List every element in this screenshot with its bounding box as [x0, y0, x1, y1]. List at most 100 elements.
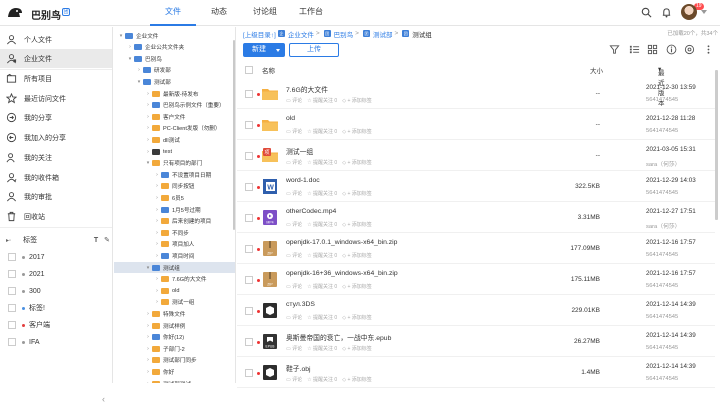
breadcrumb-item[interactable]: 巴别鸟 — [334, 29, 354, 39]
tree-item[interactable]: › 不设置项目日期 — [114, 169, 235, 180]
tab-files[interactable]: 文件 — [150, 0, 196, 26]
settings-icon[interactable] — [684, 44, 695, 55]
tree-scrollbar[interactable] — [233, 40, 235, 230]
remind-icon[interactable]: ☆ — [302, 315, 313, 321]
new-button[interactable]: 新建 — [243, 43, 285, 57]
tag-item[interactable]: 标签! — [8, 301, 45, 315]
remind-link[interactable]: 提醒关注 0 — [313, 377, 337, 383]
column-size[interactable]: 大小 — [590, 65, 603, 75]
tree-item[interactable]: ›测试部测试 — [114, 378, 235, 383]
comment-link[interactable]: 评论 — [292, 284, 302, 290]
file-row[interactable]: old ▭ 评论 ☆ 提醒关注 0 ◇ + 添加标签 -- 2021-12-28 11… — [237, 110, 715, 140]
file-name[interactable]: 奥斯曼帝国的衰亡，一战中东.epub — [286, 332, 391, 342]
tree-item[interactable]: › 同步按钮 — [114, 181, 235, 192]
row-checkbox[interactable] — [245, 338, 253, 346]
row-checkbox[interactable] — [245, 369, 253, 377]
tree-item[interactable]: ▾ 企业文件 — [114, 30, 235, 41]
3d-file-icon[interactable] — [262, 364, 278, 381]
add-tag-link[interactable]: + 添加标签 — [347, 377, 371, 383]
remind-link[interactable]: 提醒关注 0 — [313, 253, 337, 259]
remind-icon[interactable]: ☆ — [302, 129, 313, 135]
tree-item[interactable]: › 客户文件 — [114, 111, 235, 122]
app-logo-icon[interactable] — [6, 5, 24, 21]
tag-filter-icon[interactable]: T — [94, 237, 98, 244]
tree-item[interactable]: › 企业公共文件夹 — [114, 42, 235, 53]
remind-icon[interactable]: ☆ — [302, 253, 313, 259]
tag-icon[interactable]: ◇ — [337, 253, 347, 259]
tag-checkbox[interactable] — [8, 253, 16, 261]
file-name[interactable]: word-1.doc — [286, 177, 320, 184]
folder-file-icon[interactable] — [262, 116, 278, 133]
file-list-scrollbar[interactable] — [715, 70, 718, 220]
sidebar-item-company-files[interactable]: 企业文件 — [0, 49, 112, 68]
tag-icon[interactable]: ◇ — [337, 346, 347, 352]
file-row[interactable]: Wword-1.doc ▭ 评论 ☆ 提醒关注 0 ◇ + 添加标签 322.5KB… — [237, 172, 715, 202]
tag-item[interactable]: 客户端 — [8, 318, 50, 332]
caret-down-icon[interactable]: ▾ — [136, 79, 142, 85]
tree-item[interactable]: › 测试一组 — [114, 297, 235, 308]
tree-item[interactable]: › 项目时间 — [114, 250, 235, 261]
add-tag-link[interactable]: + 添加标签 — [347, 222, 371, 228]
tag-icon[interactable]: ◇ — [337, 98, 347, 104]
select-all-checkbox[interactable] — [245, 66, 253, 74]
column-modified[interactable]: 最近版本 ▾ — [658, 65, 665, 107]
tag-icon[interactable]: ◇ — [337, 284, 347, 290]
list-view-icon[interactable] — [629, 44, 640, 55]
tag-icon[interactable]: ◇ — [337, 377, 347, 383]
add-tag-link[interactable]: + 添加标签 — [347, 284, 371, 290]
caret-right-icon[interactable]: › — [145, 137, 151, 143]
comment-link[interactable]: 评论 — [292, 160, 302, 166]
3d-file-icon[interactable] — [262, 302, 278, 319]
tag-checkbox[interactable] — [8, 287, 16, 295]
tree-item[interactable]: › 子部门-2 — [114, 343, 235, 354]
comment-link[interactable]: 评论 — [292, 315, 302, 321]
tag-icon[interactable]: ▸◦ — [6, 237, 11, 244]
add-tag-link[interactable]: + 添加标签 — [347, 346, 371, 352]
remind-link[interactable]: 提醒关注 0 — [313, 191, 337, 197]
tag-item[interactable]: 2017 — [8, 250, 45, 264]
tree-item[interactable]: › 后来创建的项目 — [114, 216, 235, 227]
caret-down-icon[interactable]: ▾ — [145, 160, 151, 166]
sidebar-item-recent[interactable]: 最近访问文件 — [0, 89, 112, 108]
tag-checkbox[interactable] — [8, 338, 16, 346]
caret-down-icon[interactable]: ▾ — [145, 265, 151, 271]
caret-right-icon[interactable]: › — [145, 357, 151, 363]
tree-item[interactable]: › 测试样例 — [114, 320, 235, 331]
caret-right-icon[interactable]: › — [145, 323, 151, 329]
caret-right-icon[interactable]: › — [154, 195, 160, 201]
add-tag-link[interactable]: + 添加标签 — [347, 315, 371, 321]
grid-view-icon[interactable] — [647, 44, 658, 55]
row-checkbox[interactable] — [245, 183, 253, 191]
tag-settings-icon[interactable]: ✎ — [104, 236, 110, 244]
column-name[interactable]: 名称 — [262, 65, 275, 75]
tree-item[interactable]: › 1月5号过期 — [114, 204, 235, 215]
tree-item[interactable]: › 你好 — [114, 366, 235, 377]
sidebar-item-personal-files[interactable]: 个人文件 — [0, 30, 112, 49]
tree-item[interactable]: › 你好(12) — [114, 332, 235, 343]
row-checkbox[interactable] — [245, 276, 253, 284]
tree-item[interactable]: › 测试部门同步 — [114, 355, 235, 366]
add-tag-link[interactable]: + 添加标签 — [347, 129, 371, 135]
tag-icon[interactable]: ◇ — [337, 222, 347, 228]
tab-activity[interactable]: 动态 — [196, 0, 242, 26]
breadcrumb-item[interactable]: 测试部 — [373, 29, 393, 39]
tag-icon[interactable]: ◇ — [337, 315, 347, 321]
caret-right-icon[interactable]: › — [145, 149, 151, 155]
breadcrumb-item[interactable]: 企业文件 — [288, 29, 314, 39]
caret-right-icon[interactable]: › — [154, 218, 160, 224]
file-name[interactable]: 鞋子.obj — [286, 363, 311, 373]
sidebar-item-trash[interactable]: 回收站 — [0, 207, 112, 226]
tree-item[interactable]: › test — [114, 146, 235, 157]
comment-link[interactable]: 评论 — [292, 346, 302, 352]
caret-right-icon[interactable]: › — [145, 334, 151, 340]
remind-link[interactable]: 提醒关注 0 — [313, 346, 337, 352]
video-file-icon[interactable]: MP4 — [262, 209, 278, 226]
tree-item[interactable]: › 最新版-待发布 — [114, 88, 235, 99]
upload-button[interactable]: 上传 — [289, 43, 339, 57]
remind-link[interactable]: 提醒关注 0 — [313, 98, 337, 104]
tree-item[interactable]: ▾ 巴别鸟 — [114, 53, 235, 64]
tree-item[interactable]: ▾ 测试部 — [114, 76, 235, 87]
tag-checkbox[interactable] — [8, 321, 16, 329]
caret-right-icon[interactable]: › — [145, 369, 151, 375]
caret-down-icon[interactable]: ▾ — [127, 56, 133, 62]
